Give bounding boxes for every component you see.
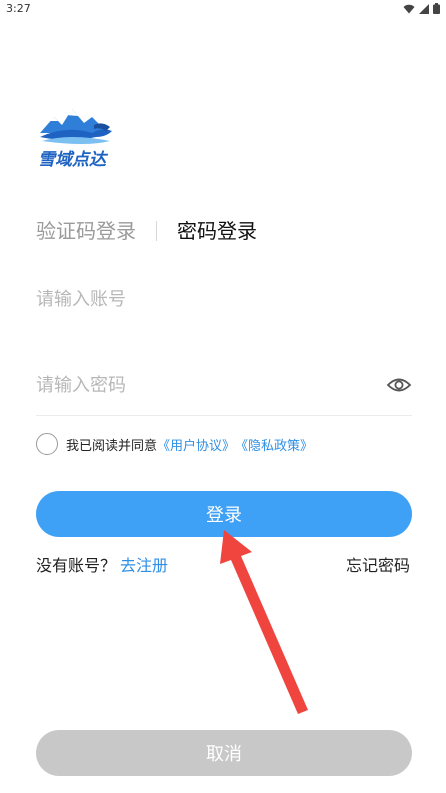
forgot-password-link[interactable]: 忘记密码	[346, 552, 410, 576]
register-question: 没有账号？	[36, 556, 117, 575]
agreement-text: 我已阅读并同意	[66, 438, 158, 454]
wifi-icon	[403, 4, 415, 13]
eye-icon[interactable]	[386, 374, 412, 396]
status-icons	[403, 3, 440, 14]
cancel-button[interactable]: 取消	[36, 730, 412, 776]
tab-sms-login[interactable]: 验证码登录	[36, 216, 136, 246]
logo-text: 雪域点达	[38, 150, 109, 169]
password-input[interactable]	[36, 368, 366, 402]
app-logo: 雪域点达	[38, 109, 112, 169]
register-link[interactable]: 去注册	[120, 556, 168, 575]
user-agreement-link[interactable]: 《用户协议》	[157, 435, 235, 454]
agreement-row: 我已阅读并同意 《用户协议》 《隐私政策》	[36, 431, 313, 457]
pointer-arrow	[220, 530, 308, 714]
signal-icon	[419, 3, 429, 14]
login-tabs: 验证码登录 密码登录	[36, 215, 257, 247]
register-row: 没有账号？ 去注册	[36, 552, 168, 576]
password-field	[36, 368, 412, 416]
tab-divider	[156, 221, 157, 241]
battery-icon	[433, 3, 440, 14]
account-input[interactable]	[36, 282, 412, 316]
agreement-radio[interactable]	[36, 433, 58, 455]
status-bar: 3:27	[0, 0, 446, 20]
account-field	[36, 282, 412, 332]
privacy-policy-link[interactable]: 《隐私政策》	[235, 435, 313, 454]
status-time: 3:27	[6, 2, 31, 15]
tab-password-login[interactable]: 密码登录	[177, 216, 257, 246]
